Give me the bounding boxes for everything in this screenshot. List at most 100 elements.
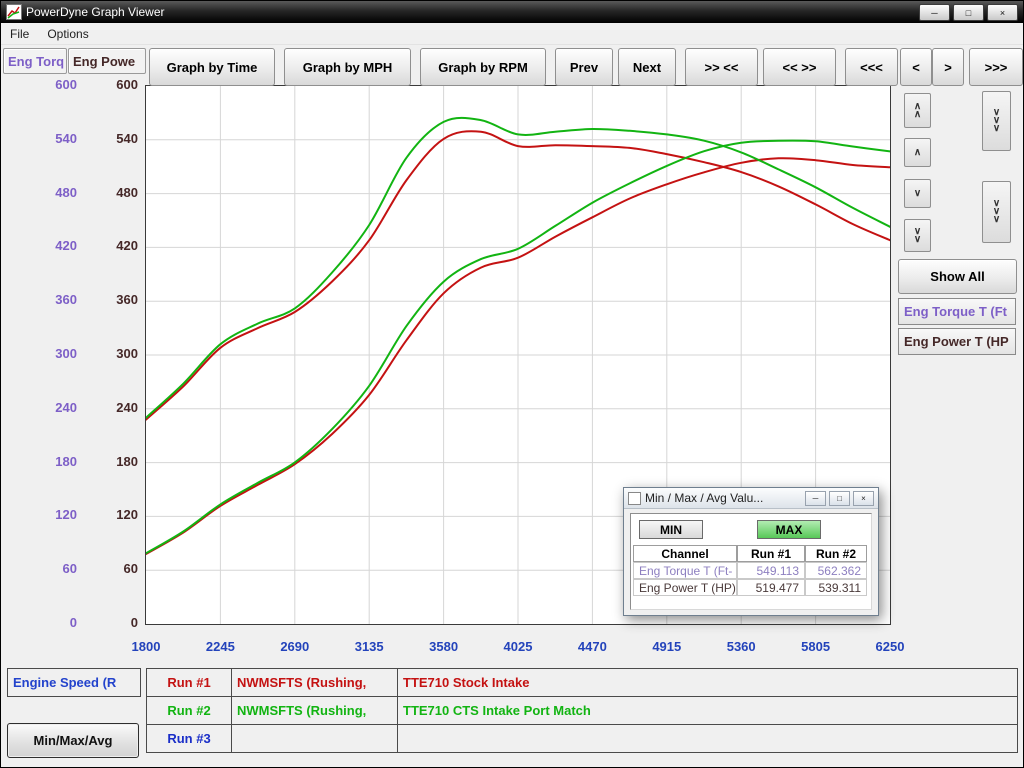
y-axis-power-label: 420 bbox=[98, 238, 138, 256]
minmax-run2-value-0: 562.362 bbox=[805, 562, 867, 579]
x-axis-label: 3135 bbox=[341, 639, 397, 657]
jump-first-button[interactable]: <<< bbox=[845, 48, 898, 86]
minmax-window-title: Min / Max / Avg Valu... bbox=[645, 491, 763, 505]
scroll-right-top-icon: ∨ ∨ ∨ bbox=[993, 109, 1000, 133]
minimize-button[interactable]: ─ bbox=[919, 4, 950, 21]
scroll-double-down-icon: ∨ ∨ bbox=[914, 228, 921, 244]
legend-torque[interactable]: Eng Torque T (Ft bbox=[898, 298, 1016, 325]
y-axis-power-label: 480 bbox=[98, 185, 138, 203]
next-button[interactable]: Next bbox=[618, 48, 676, 86]
y-axis-power-label: 300 bbox=[98, 346, 138, 364]
min-button[interactable]: MIN bbox=[639, 520, 703, 539]
y-axis-torque-label: 600 bbox=[37, 77, 77, 95]
y-axis-torque-label: 540 bbox=[37, 131, 77, 149]
x-axis-label: 2245 bbox=[192, 639, 248, 657]
menu-item-options[interactable]: Options bbox=[38, 23, 97, 44]
channel-tab-power[interactable]: Eng Powe bbox=[68, 48, 146, 74]
title-bar[interactable]: PowerDyne Graph Viewer ─□× bbox=[1, 1, 1023, 23]
run-label-3[interactable]: Run #3 bbox=[146, 724, 232, 753]
y-axis-torque-label: 300 bbox=[37, 346, 77, 364]
graph-by-rpm-button[interactable]: Graph by RPM bbox=[420, 48, 546, 86]
y-axis-power-label: 180 bbox=[98, 454, 138, 472]
channel-tab-torque[interactable]: Eng Torq bbox=[3, 48, 67, 74]
close-button[interactable]: × bbox=[853, 491, 874, 506]
run-label-2[interactable]: Run #2 bbox=[146, 696, 232, 725]
max-button[interactable]: MAX bbox=[757, 520, 821, 539]
minmax-table: ChannelRun #1Run #2 Eng Torque T (Ft-549.… bbox=[633, 545, 869, 596]
run-source-2[interactable]: NWMSFTS (Rushing, bbox=[231, 696, 398, 725]
scroll-right-top-button[interactable]: ∨ ∨ ∨ bbox=[982, 91, 1011, 151]
y-axis-torque-label: 360 bbox=[37, 292, 77, 310]
menu-item-file[interactable]: File bbox=[1, 23, 38, 44]
run-label-1[interactable]: Run #1 bbox=[146, 668, 232, 697]
y-axis-power-label: 600 bbox=[98, 77, 138, 95]
prev-button[interactable]: Prev bbox=[555, 48, 613, 86]
maximize-button[interactable]: □ bbox=[829, 491, 850, 506]
y-axis-power-label: 360 bbox=[98, 292, 138, 310]
menu-bar: FileOptions bbox=[1, 23, 1023, 45]
minmax-col-header-0: Channel bbox=[633, 545, 737, 562]
x-axis-label: 1800 bbox=[118, 639, 174, 657]
y-axis-torque-label: 480 bbox=[37, 185, 77, 203]
x-axis-label: 5360 bbox=[713, 639, 769, 657]
minmaxavg-button[interactable]: Min/Max/Avg bbox=[7, 723, 139, 758]
y-axis-power-label: 0 bbox=[98, 615, 138, 633]
run-description-3[interactable] bbox=[397, 724, 1018, 753]
window-title: PowerDyne Graph Viewer bbox=[26, 5, 165, 19]
run-source-3[interactable] bbox=[231, 724, 398, 753]
minimize-button[interactable]: ─ bbox=[805, 491, 826, 506]
minmax-col-header-2: Run #2 bbox=[805, 545, 867, 562]
minmax-channel-name-0: Eng Torque T (Ft- bbox=[633, 562, 737, 579]
step-forward-button[interactable]: > bbox=[932, 48, 964, 86]
scroll-up-button[interactable]: ∧ bbox=[904, 138, 931, 167]
scroll-right-bottom-icon: ∨ ∨ ∨ bbox=[993, 200, 1000, 224]
close-button[interactable]: × bbox=[987, 4, 1018, 21]
run-description-2[interactable]: TTE710 CTS Intake Port Match bbox=[397, 696, 1018, 725]
y-axis-power-label: 540 bbox=[98, 131, 138, 149]
y-axis-torque-label: 420 bbox=[37, 238, 77, 256]
minmax-window: Min / Max / Avg Valu... ─□× MIN MAX Chan… bbox=[623, 487, 879, 616]
jump-last-button[interactable]: >>> bbox=[969, 48, 1023, 86]
run-source-1[interactable]: NWMSFTS (Rushing, bbox=[231, 668, 398, 697]
app-window: PowerDyne Graph Viewer ─□× FileOptions S… bbox=[0, 0, 1024, 768]
y-axis-power-label: 240 bbox=[98, 400, 138, 418]
graph-by-time-button[interactable]: Graph by Time bbox=[149, 48, 275, 86]
maximize-button[interactable]: □ bbox=[953, 4, 984, 21]
scroll-right-bottom-button[interactable]: ∨ ∨ ∨ bbox=[982, 181, 1011, 243]
minmax-channel-name-1: Eng Power T (HP) bbox=[633, 579, 737, 596]
scroll-double-up-icon: ∧ ∧ bbox=[914, 103, 921, 119]
y-axis-torque-label: 0 bbox=[37, 615, 77, 633]
window-controls: ─□× bbox=[919, 4, 1018, 21]
y-axis-power-label: 120 bbox=[98, 507, 138, 525]
graph-by-mph-button[interactable]: Graph by MPH bbox=[284, 48, 411, 86]
minmax-run1-value-0: 549.113 bbox=[737, 562, 805, 579]
y-axis-torque-label: 120 bbox=[37, 507, 77, 525]
scroll-double-down-button[interactable]: ∨ ∨ bbox=[904, 219, 931, 252]
minmax-run2-value-1: 539.311 bbox=[805, 579, 867, 596]
x-axis-label: 3580 bbox=[416, 639, 472, 657]
x-axis-label: 2690 bbox=[267, 639, 323, 657]
y-axis-torque-label: 180 bbox=[37, 454, 77, 472]
x-axis-label: 5805 bbox=[788, 639, 844, 657]
compress-x-button[interactable]: >> << bbox=[685, 48, 758, 86]
scroll-double-up-button[interactable]: ∧ ∧ bbox=[904, 93, 931, 128]
x-axis-label: 6250 bbox=[862, 639, 918, 657]
minmax-col-header-1: Run #1 bbox=[737, 545, 805, 562]
legend-power[interactable]: Eng Power T (HP bbox=[898, 328, 1016, 355]
x-axis-label: 4915 bbox=[639, 639, 695, 657]
minmax-window-body: MIN MAX ChannelRun #1Run #2 Eng Torque T … bbox=[630, 513, 872, 610]
step-back-button[interactable]: < bbox=[900, 48, 932, 86]
run-description-1[interactable]: TTE710 Stock Intake bbox=[397, 668, 1018, 697]
y-axis-torque-label: 240 bbox=[37, 400, 77, 418]
minmax-window-controls: ─□× bbox=[805, 491, 874, 506]
scroll-down-button[interactable]: ∨ bbox=[904, 179, 931, 208]
x-axis-label: 4470 bbox=[564, 639, 620, 657]
show-all-button[interactable]: Show All bbox=[898, 259, 1017, 294]
y-axis-power-label: 60 bbox=[98, 561, 138, 579]
expand-x-button[interactable]: << >> bbox=[763, 48, 836, 86]
minmax-window-titlebar[interactable]: Min / Max / Avg Valu... ─□× bbox=[624, 488, 878, 509]
scroll-up-icon: ∧ bbox=[914, 149, 921, 157]
app-icon bbox=[6, 4, 22, 20]
x-channel-box[interactable]: Engine Speed (R bbox=[7, 668, 141, 697]
x-axis-label: 4025 bbox=[490, 639, 546, 657]
